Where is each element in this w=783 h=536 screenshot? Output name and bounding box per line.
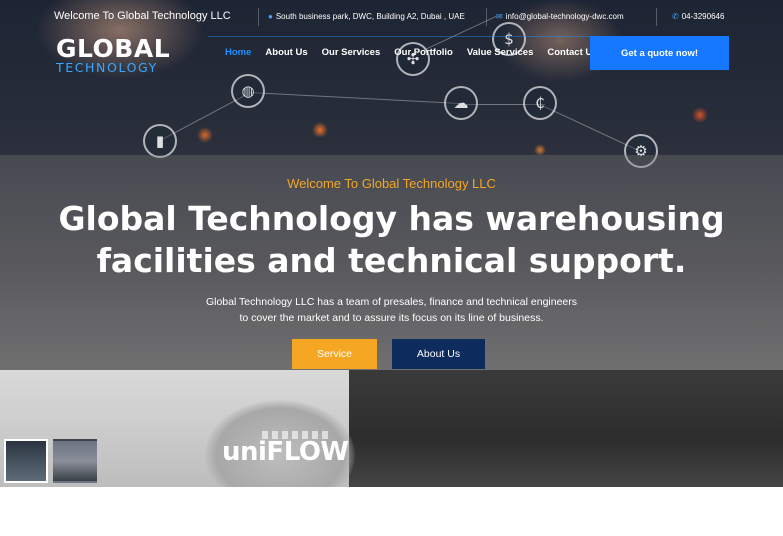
logo-main-text: GLOBAL bbox=[56, 34, 171, 63]
cloud-icon: ☁ bbox=[444, 86, 478, 120]
gallery-thumbnail-1[interactable] bbox=[4, 439, 48, 483]
hero-title-line-1: Global Technology has warehousing bbox=[58, 199, 725, 238]
nav-item-about-us[interactable]: About Us bbox=[265, 47, 307, 58]
hero-title: Global Technology has warehousing facili… bbox=[0, 198, 783, 282]
gallery-image-right bbox=[349, 370, 783, 487]
email-text[interactable]: info@global-technology-dwc.com bbox=[506, 12, 624, 21]
hero-subtitle: Welcome To Global Technology LLC bbox=[287, 176, 496, 191]
logo-sub-text: TECHNOLOGY bbox=[56, 60, 158, 75]
phone-text[interactable]: 04-3290646 bbox=[682, 12, 725, 21]
top-welcome-text: Welcome To Global Technology LLC bbox=[54, 10, 231, 22]
address-text: South business park, DWC, Building A2, D… bbox=[275, 12, 465, 21]
hero-description-line-1: Global Technology LLC has a team of pres… bbox=[205, 296, 578, 308]
service-button[interactable]: Service bbox=[292, 339, 377, 369]
hero-description-line-2: to cover the market and to assure its fo… bbox=[239, 312, 544, 324]
nav-item-home[interactable]: Home bbox=[225, 47, 251, 58]
envelope-icon: ✉ bbox=[496, 12, 503, 21]
email-info[interactable]: ✉ info@global-technology-dwc.com bbox=[496, 12, 624, 21]
currency-icon: ₵ bbox=[523, 86, 557, 120]
about-us-button[interactable]: About Us bbox=[392, 339, 485, 369]
nav-divider bbox=[208, 36, 608, 37]
divider bbox=[486, 8, 487, 26]
divider bbox=[656, 8, 657, 26]
nav-item-value-services[interactable]: Value Services bbox=[467, 47, 534, 58]
network-line bbox=[249, 92, 465, 105]
nav-item-our-services[interactable]: Our Services bbox=[322, 47, 381, 58]
uniflow-logo-text: uniFLOW bbox=[222, 437, 349, 467]
main-nav: Home About Us Our Services Our Portfolio… bbox=[225, 47, 612, 58]
divider bbox=[258, 8, 259, 26]
nav-item-our-portfolio[interactable]: Our Portfolio bbox=[394, 47, 453, 58]
address-info: ● South business park, DWC, Building A2, … bbox=[268, 12, 465, 21]
phone-info[interactable]: ✆ 04-3290646 bbox=[672, 12, 724, 21]
bar-chart-icon: ▮ bbox=[143, 124, 177, 158]
phone-icon: ✆ bbox=[672, 12, 679, 21]
globe-icon: ◍ bbox=[231, 74, 265, 108]
site-logo[interactable]: GLOBAL TECHNOLOGY bbox=[56, 36, 170, 74]
hero-title-line-2: facilities and technical support. bbox=[96, 241, 687, 280]
location-pin-icon: ● bbox=[268, 12, 273, 21]
top-bar: Welcome To Global Technology LLC ● South … bbox=[0, 0, 783, 32]
gallery-thumbnail-2[interactable] bbox=[53, 439, 97, 483]
hero-description: Global Technology LLC has a team of pres… bbox=[0, 294, 783, 326]
get-quote-button[interactable]: Get a quote now! bbox=[590, 36, 729, 70]
